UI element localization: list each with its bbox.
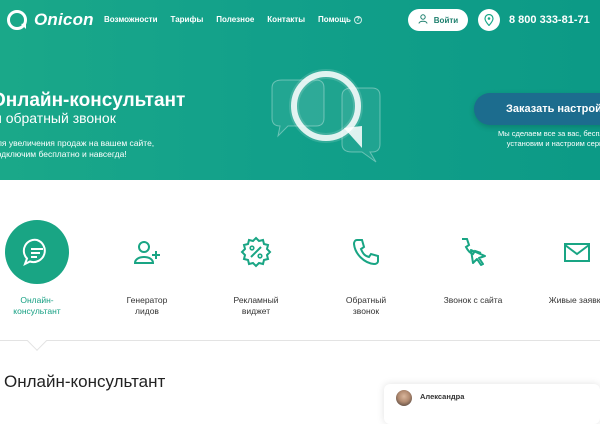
user-plus-icon — [115, 220, 179, 284]
feature-label: Рекламный виджет — [233, 295, 279, 316]
cta-note: Мы сделаем все за вас, бесплатно установ… — [498, 129, 600, 149]
hero-subtitle: и обратный звонок — [0, 110, 116, 126]
feature-call-from-site[interactable]: Звонок с сайта — [423, 220, 523, 306]
feature-label: Онлайн- консультант — [13, 295, 61, 316]
feature-online-consultant[interactable]: Онлайн- консультант — [0, 220, 87, 317]
chat-bubbles-illustration — [258, 58, 388, 178]
phone-number[interactable]: 8 800 333-81-71 — [509, 14, 590, 26]
menu-item-help[interactable]: Помощь? — [318, 15, 362, 24]
section-divider — [0, 340, 600, 341]
feature-label: Звонок с сайта — [443, 295, 503, 305]
menu-item-help-label: Помощь — [318, 15, 351, 24]
logo[interactable]: Onicon — [6, 9, 94, 31]
onicon-logo-icon — [6, 9, 28, 31]
feature-ad-widget[interactable]: Рекламный виджет — [206, 220, 306, 317]
menu-item-features[interactable]: Возможности — [104, 15, 158, 24]
menu-item-pricing[interactable]: Тарифы — [171, 15, 204, 24]
phone-icon — [334, 220, 398, 284]
phone-cursor-icon — [441, 220, 505, 284]
feature-lead-generator[interactable]: Генератор лидов — [97, 220, 197, 317]
hero-banner: Onicon Возможности Тарифы Полезное Конта… — [0, 0, 600, 180]
operator-avatar — [396, 390, 412, 406]
user-icon — [418, 14, 428, 26]
menu-item-useful[interactable]: Полезное — [216, 15, 254, 24]
feature-tabs: Онлайн- консультант Генератор лидов Рекл… — [0, 220, 600, 330]
envelope-icon — [545, 220, 600, 284]
percent-badge-icon — [224, 220, 288, 284]
cta-note-line: Мы сделаем все за вас, бесплатно — [498, 129, 600, 138]
top-navigation: Onicon Возможности Тарифы Полезное Конта… — [0, 0, 600, 40]
hero-title: Онлайн-консультант — [0, 90, 186, 111]
main-menu: Возможности Тарифы Полезное Контакты Пом… — [104, 15, 375, 24]
active-tab-pointer — [27, 331, 47, 351]
section-title: Онлайн-консультант — [4, 372, 166, 391]
location-pin-icon[interactable] — [478, 9, 500, 31]
question-icon: ? — [353, 15, 362, 24]
hero-description-line: для увеличения продаж на вашем сайте, — [0, 138, 155, 148]
hero-description: для увеличения продаж на вашем сайте, по… — [0, 138, 154, 160]
chat-widget-preview[interactable]: Александра — [384, 384, 600, 424]
chat-bubble-icon — [5, 220, 69, 284]
cta-note-line: установим и настроим сервис — [506, 139, 600, 148]
login-label: Войти — [433, 15, 459, 25]
feature-callback[interactable]: Обратный звонок — [316, 220, 416, 317]
login-button[interactable]: Войти — [408, 9, 468, 31]
feature-label: Обратный звонок — [345, 295, 387, 316]
feature-label: Генератор лидов — [126, 295, 168, 316]
feature-live-requests[interactable]: Живые заявки — [527, 220, 600, 306]
menu-item-contacts[interactable]: Контакты — [267, 15, 305, 24]
logo-text: Onicon — [34, 10, 94, 29]
order-setup-button[interactable]: Заказать настройку — [474, 93, 600, 125]
hero-description-line: подключим бесплатно и навсегда! — [0, 149, 127, 159]
feature-label: Живые заявки — [548, 295, 600, 305]
